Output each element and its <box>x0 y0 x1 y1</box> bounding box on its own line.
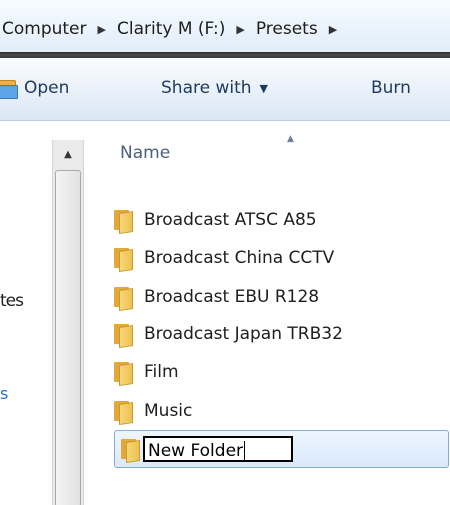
folder-icon <box>114 286 133 311</box>
chevron-down-icon: ▼ <box>259 81 268 95</box>
breadcrumb-computer[interactable]: Computer <box>0 19 89 39</box>
folder-icon <box>114 400 133 425</box>
folder-icon <box>114 323 133 348</box>
list-item-label: Broadcast EBU R128 <box>144 287 320 307</box>
list-item-label: Broadcast ATSC A85 <box>144 210 317 230</box>
rename-input[interactable]: New Folder <box>143 436 293 462</box>
list-item-label: Music <box>144 401 193 421</box>
scroll-up-arrow-icon[interactable]: ▲ <box>53 140 83 168</box>
list-item-selected[interactable]: New Folder <box>114 430 449 468</box>
list-item[interactable]: Broadcast EBU R128 <box>114 280 319 314</box>
text-cursor <box>244 441 246 461</box>
open-label: Open <box>24 78 70 98</box>
breadcrumb-separator-icon[interactable]: ▶ <box>236 23 244 36</box>
explorer-window: Computer ▶ Clarity M (F:) ▶ Presets ▶ Op… <box>0 0 450 505</box>
list-item[interactable]: Broadcast ATSC A85 <box>114 203 317 237</box>
rename-input-value: New Folder <box>148 441 244 461</box>
open-folder-icon <box>0 78 18 99</box>
nav-item-partial[interactable]: tes <box>0 291 24 311</box>
share-with-label: Share with <box>161 78 252 98</box>
folder-icon <box>114 209 133 234</box>
burn-label: Burn <box>371 78 411 98</box>
list-item-label: Broadcast China CCTV <box>144 248 335 268</box>
share-with-button[interactable]: Share with ▼ <box>161 78 268 98</box>
folder-icon <box>121 438 140 463</box>
scroll-thumb[interactable] <box>55 170 81 505</box>
nav-scrollbar[interactable]: ▲ <box>52 140 84 505</box>
list-item[interactable]: Music <box>114 394 192 428</box>
list-item[interactable]: Broadcast China CCTV <box>114 241 334 275</box>
list-item[interactable]: Broadcast Japan TRB32 <box>114 317 343 351</box>
breadcrumb-separator-icon[interactable]: ▶ <box>329 23 337 36</box>
open-button[interactable]: Open <box>0 78 70 99</box>
breadcrumb-presets[interactable]: Presets <box>254 19 320 39</box>
burn-button[interactable]: Burn <box>371 78 411 98</box>
breadcrumb-separator-icon[interactable]: ▶ <box>98 23 106 36</box>
folder-icon <box>114 361 133 386</box>
column-header-name[interactable]: Name <box>120 143 170 163</box>
breadcrumb-drive[interactable]: Clarity M (F:) <box>115 19 227 39</box>
list-item-label: Film <box>144 362 179 382</box>
folder-icon <box>114 247 133 272</box>
nav-item-partial[interactable]: s <box>0 384 8 403</box>
sort-ascending-icon: ▲ <box>287 134 294 144</box>
file-list-pane: ▲ Name Broadcast ATSC A85 Broadcast Chin… <box>84 121 450 505</box>
breadcrumb: Computer ▶ Clarity M (F:) ▶ Presets ▶ <box>0 12 346 46</box>
list-item-label: Broadcast Japan TRB32 <box>144 324 343 344</box>
list-item[interactable]: Film <box>114 355 179 389</box>
address-bar[interactable]: Computer ▶ Clarity M (F:) ▶ Presets ▶ <box>0 0 450 52</box>
command-bar: Open Share with ▼ Burn <box>0 58 450 121</box>
